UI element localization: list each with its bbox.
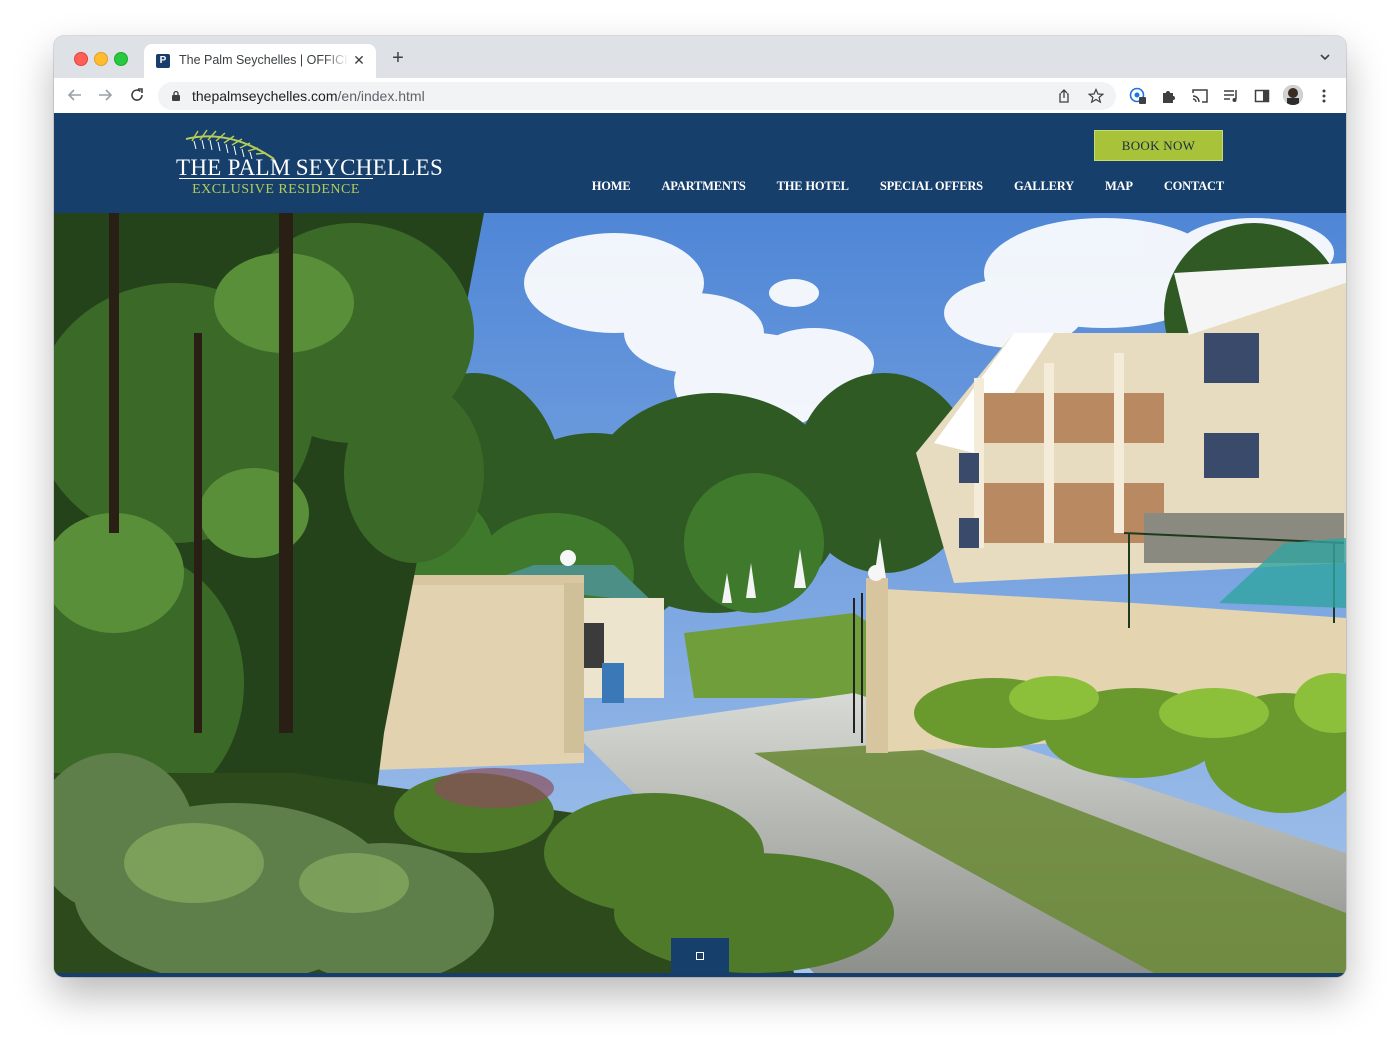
site-logo[interactable]: THE PALM SEYCHELLES EXCLUSIVE RESIDENCE (176, 129, 443, 201)
nav-gallery[interactable]: GALLERY (1014, 179, 1074, 194)
tab-strip: P The Palm Seychelles | OFFICIAL ✕ + (54, 36, 1346, 78)
nav-apartments[interactable]: APARTMENTS (661, 179, 745, 194)
url-domain: thepalmseychelles.com (192, 88, 338, 104)
nav-map[interactable]: MAP (1105, 179, 1133, 194)
close-window-button[interactable] (74, 52, 88, 66)
main-navigation: HOME APARTMENTS THE HOTEL SPECIAL OFFERS… (592, 179, 1225, 194)
sidepanel-icon[interactable] (1253, 87, 1271, 105)
book-now-button[interactable]: BOOK NOW (1094, 130, 1223, 161)
url-path: /en/index.html (337, 88, 425, 104)
avatar-icon (1283, 85, 1303, 105)
favicon-icon: P (156, 54, 170, 68)
hero-slideshow-image (54, 213, 1346, 973)
address-bar[interactable]: thepalmseychelles.com/en/index.html (158, 82, 1116, 110)
media-icon[interactable] (1222, 87, 1240, 105)
maximize-window-button[interactable] (114, 52, 128, 66)
star-icon[interactable] (1088, 88, 1104, 104)
browser-tab-active[interactable]: P The Palm Seychelles | OFFICIAL ✕ (144, 44, 376, 78)
minimize-window-button[interactable] (94, 52, 108, 66)
logo-divider (179, 178, 373, 179)
stop-square-icon (696, 952, 704, 960)
chevron-down-icon[interactable] (1318, 50, 1332, 64)
reload-icon[interactable] (128, 86, 146, 104)
logo-title-prefix: THE PALM (176, 155, 291, 180)
url-text[interactable]: thepalmseychelles.com/en/index.html (192, 88, 425, 104)
forward-icon[interactable] (96, 86, 114, 104)
menu-icon[interactable] (1315, 87, 1333, 105)
browser-window: P The Palm Seychelles | OFFICIAL ✕ + the… (54, 36, 1346, 977)
nav-special-offers[interactable]: SPECIAL OFFERS (880, 179, 983, 194)
tab-title: The Palm Seychelles | OFFICIAL (179, 53, 349, 67)
profile-avatar[interactable] (1283, 85, 1303, 105)
slideshow-pause-button[interactable] (671, 938, 729, 974)
puzzle-icon[interactable] (1160, 87, 1178, 105)
page-viewport: THE PALM SEYCHELLES EXCLUSIVE RESIDENCE … (54, 113, 1346, 977)
logo-subtitle: EXCLUSIVE RESIDENCE (192, 182, 360, 197)
share-icon[interactable] (1056, 88, 1072, 104)
hero-photo (54, 213, 1346, 973)
browser-toolbar: thepalmseychelles.com/en/index.html (54, 78, 1346, 114)
site-header: THE PALM SEYCHELLES EXCLUSIVE RESIDENCE … (54, 113, 1346, 213)
logo-title-suffix: SEYCHELLES (295, 155, 444, 180)
back-icon[interactable] (66, 86, 84, 104)
new-tab-icon[interactable]: + (388, 48, 408, 68)
extension-icon[interactable] (1129, 87, 1147, 105)
nav-contact[interactable]: CONTACT (1164, 179, 1224, 194)
nav-the-hotel[interactable]: THE HOTEL (777, 179, 849, 194)
cast-icon[interactable] (1191, 87, 1209, 105)
nav-home[interactable]: HOME (592, 179, 631, 194)
tab-close-icon[interactable]: ✕ (350, 51, 368, 69)
lock-icon[interactable] (170, 90, 182, 102)
